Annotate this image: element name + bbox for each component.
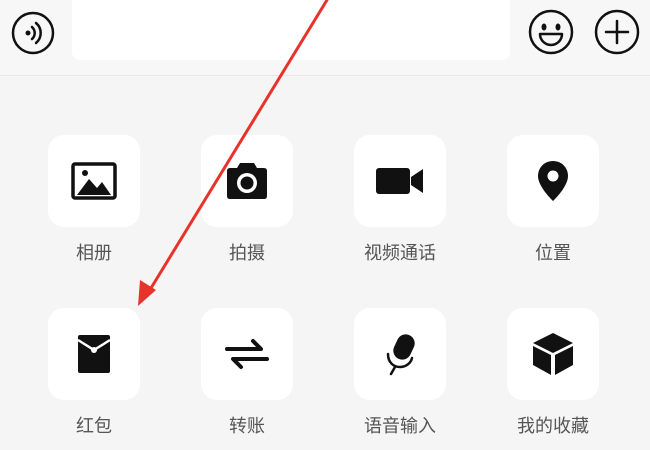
smiley-face-icon <box>528 9 574 55</box>
voice-input-label: 语音输入 <box>364 416 436 437</box>
chat-input-bar <box>0 0 650 76</box>
video-camera-icon <box>376 168 423 194</box>
red-packet-label: 红包 <box>76 416 112 437</box>
transfer-item[interactable]: 转账 <box>201 308 293 438</box>
voice-input-item[interactable]: 语音输入 <box>354 308 446 438</box>
emoji-button[interactable] <box>527 8 575 56</box>
album-button[interactable] <box>48 135 140 227</box>
microphone-icon <box>386 334 415 376</box>
album-item[interactable]: 相册 <box>48 135 140 265</box>
video-call-item[interactable]: 视频通话 <box>354 135 446 265</box>
red-packet-item[interactable]: 红包 <box>48 308 140 438</box>
image-icon <box>71 162 117 200</box>
camera-icon <box>227 163 267 199</box>
transfer-button[interactable] <box>201 308 293 400</box>
favorites-label: 我的收藏 <box>517 416 589 437</box>
plus-circle-icon <box>594 9 640 55</box>
video-call-button[interactable] <box>354 135 446 227</box>
video-call-label: 视频通话 <box>364 243 436 264</box>
red-packet-button[interactable] <box>48 308 140 400</box>
camera-label: 拍摄 <box>229 243 265 264</box>
more-functions-button[interactable] <box>593 8 641 56</box>
location-item[interactable]: 位置 <box>507 135 599 265</box>
location-button[interactable] <box>507 135 599 227</box>
voice-input-panel-button[interactable] <box>354 308 446 400</box>
function-panel: 相册 拍摄 视频通话 位置 红包 转账 语音输入 我的收藏 <box>0 76 650 450</box>
location-pin-icon <box>538 161 568 201</box>
camera-item[interactable]: 拍摄 <box>201 135 293 265</box>
favorites-button[interactable] <box>507 308 599 400</box>
location-label: 位置 <box>535 243 571 264</box>
favorites-item[interactable]: 我的收藏 <box>507 308 599 438</box>
transfer-label: 转账 <box>229 416 265 437</box>
red-envelope-icon <box>77 335 111 373</box>
favorites-cube-icon <box>533 333 573 375</box>
camera-button[interactable] <box>201 135 293 227</box>
message-input[interactable] <box>72 0 510 60</box>
voice-input-button[interactable] <box>10 10 56 56</box>
album-label: 相册 <box>76 243 112 264</box>
transfer-arrows-icon <box>225 339 269 369</box>
voice-wave-icon <box>11 11 55 55</box>
